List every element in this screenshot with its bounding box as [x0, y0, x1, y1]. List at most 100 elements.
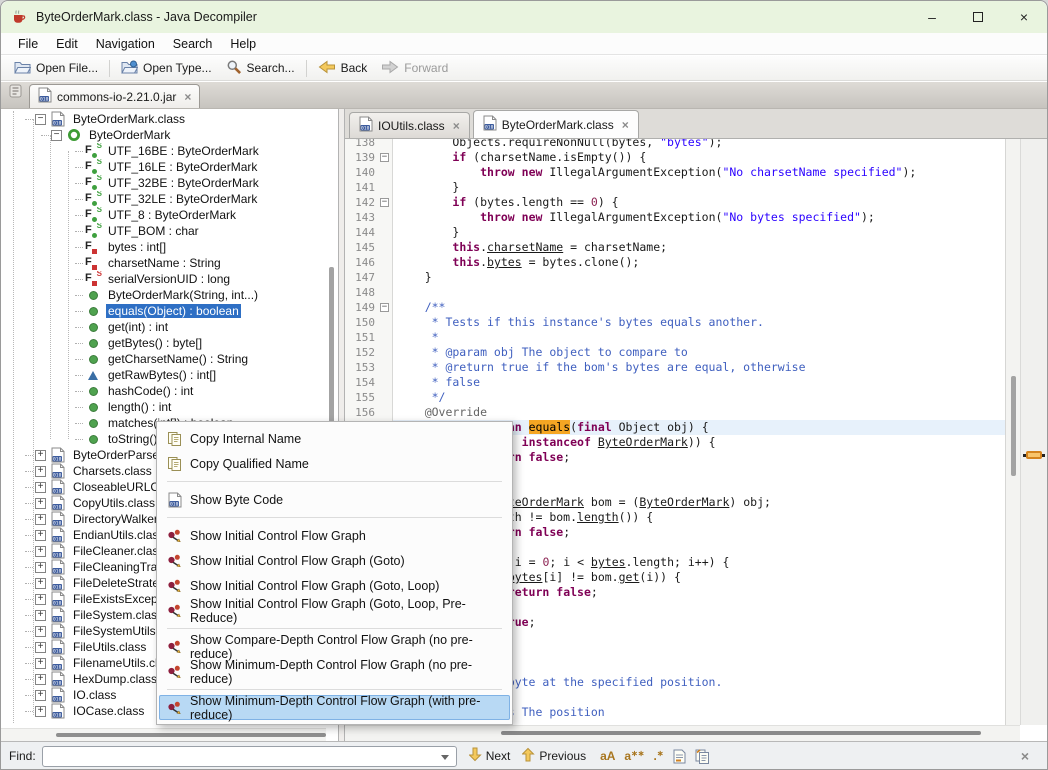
close-find-icon[interactable]: ×: [1021, 748, 1029, 764]
close-tab-icon[interactable]: ×: [622, 118, 629, 132]
tree-expander-plus[interactable]: +: [35, 610, 46, 621]
line-number: 156: [345, 405, 378, 420]
code-line-140: 140 throw new IllegalArgumentException("…: [345, 165, 1005, 180]
tree-item-utf-bom-char[interactable]: FSUTF_BOM : char: [1, 223, 326, 239]
editor-tab-byteordermark-class[interactable]: 010ByteOrderMark.class×: [473, 110, 639, 138]
regex-icon[interactable]: .∗: [654, 749, 664, 763]
panel-icon: [9, 84, 23, 103]
tree-item-charsetname-string[interactable]: FcharsetName : String: [1, 255, 326, 271]
maximize-button[interactable]: [955, 1, 1001, 33]
copy-icon: [166, 456, 184, 472]
tree-expander-plus[interactable]: +: [35, 658, 46, 669]
tree-expander-plus[interactable]: +: [35, 594, 46, 605]
field-r-icon: F: [85, 239, 101, 255]
minimize-button[interactable]: –: [909, 1, 955, 33]
find-input[interactable]: [42, 746, 457, 767]
context-menu-item-show-compare-depth-control-flow-graph-no-pre-reduce[interactable]: Show Compare-Depth Control Flow Graph (n…: [159, 634, 510, 659]
close-tab-icon[interactable]: ×: [184, 90, 191, 104]
menu-search[interactable]: Search: [164, 35, 222, 53]
context-menu-item-show-byte-code[interactable]: 010Show Byte Code: [159, 487, 510, 512]
editor-horizontal-scrollbar[interactable]: [345, 725, 1020, 741]
tree-item-serialversionuid-long[interactable]: FSserialVersionUID : long: [1, 271, 326, 287]
tree-item-utf-32be-byteordermark[interactable]: FSUTF_32BE : ByteOrderMark: [1, 175, 326, 191]
tree-expander-plus[interactable]: +: [35, 706, 46, 717]
app-window: ByteOrderMark.class - Java Decompiler – …: [0, 0, 1048, 770]
jar-tab-label: commons-io-2.21.0.jar: [57, 90, 176, 104]
tree-expander-plus[interactable]: +: [35, 562, 46, 573]
code-line-153: 153 * @return true if the bom's bytes ar…: [345, 360, 1005, 375]
tree-expander-plus[interactable]: +: [35, 498, 46, 509]
search-all-docs-icon[interactable]: [695, 749, 710, 764]
tree-expander-plus[interactable]: +: [35, 674, 46, 685]
tree-expander-plus[interactable]: +: [35, 514, 46, 525]
tree-connector: [75, 167, 83, 168]
fold-collapse-icon[interactable]: −: [380, 198, 389, 207]
context-menu-item-show-minimum-depth-control-flow-graph-no-pre-reduce[interactable]: Show Minimum-Depth Control Flow Graph (n…: [159, 659, 510, 684]
context-menu-item-copy-qualified-name[interactable]: Copy Qualified Name: [159, 451, 510, 476]
menu-navigation[interactable]: Navigation: [87, 35, 164, 53]
tree-item-byteordermark-string-int[interactable]: ByteOrderMark(String, int...): [1, 287, 326, 303]
toolbar-button-search[interactable]: Search...: [219, 57, 302, 80]
toolbar-button-open-file[interactable]: Open File...: [7, 58, 105, 79]
menu-edit[interactable]: Edit: [47, 35, 87, 53]
tree-item-length-int[interactable]: length() : int: [1, 399, 326, 415]
toolbar-button-open-type[interactable]: Open Type...: [114, 58, 219, 79]
context-menu-item-show-initial-control-flow-graph-goto-loop[interactable]: Show Initial Control Flow Graph (Goto, L…: [159, 573, 510, 598]
tree-item-utf-16be-byteordermark[interactable]: FSUTF_16BE : ByteOrderMark: [1, 143, 326, 159]
tree-horizontal-scrollbar[interactable]: [1, 728, 326, 741]
tree-expander-plus[interactable]: +: [35, 482, 46, 493]
match-case-icon[interactable]: aA: [600, 749, 615, 763]
tree-expander-plus[interactable]: +: [35, 578, 46, 589]
menu-help[interactable]: Help: [221, 35, 265, 53]
context-menu-item-show-initial-control-flow-graph[interactable]: Show Initial Control Flow Graph: [159, 523, 510, 548]
jar-tab-commons-io-2-21-0-jar[interactable]: 010commons-io-2.21.0.jar×: [29, 84, 200, 108]
tree-expander-plus[interactable]: +: [35, 546, 46, 557]
tree-item-byteordermark[interactable]: −ByteOrderMark: [1, 127, 326, 143]
code-text: */: [393, 390, 1005, 405]
tree-expander-plus[interactable]: +: [35, 626, 46, 637]
close-button[interactable]: ×: [1001, 1, 1047, 33]
fold-collapse-icon[interactable]: −: [380, 303, 389, 312]
editor-tab-ioutils-class[interactable]: 010IOUtils.class×: [349, 112, 470, 138]
toolbar-button-label: Open File...: [36, 61, 98, 75]
context-menu-item-copy-internal-name[interactable]: Copy Internal Name: [159, 426, 510, 451]
tree-expander-plus[interactable]: +: [35, 530, 46, 541]
search-doc-icon[interactable]: [673, 749, 686, 764]
tree-item-getcharsetname-string[interactable]: getCharsetName() : String: [1, 351, 326, 367]
back-arrow-icon: [318, 60, 336, 77]
code-line-143: 143 throw new IllegalArgumentException("…: [345, 210, 1005, 225]
tree-expander-plus[interactable]: +: [35, 466, 46, 477]
tree-item-getbytes-byte[interactable]: getBytes() : byte[]: [1, 335, 326, 351]
chevron-down-icon[interactable]: [441, 755, 449, 760]
toolbar-button-forward[interactable]: Forward: [374, 58, 455, 79]
close-tab-icon[interactable]: ×: [453, 119, 460, 133]
context-menu-item-show-initial-control-flow-graph-goto-loop-pre-reduce[interactable]: Show Initial Control Flow Graph (Goto, L…: [159, 598, 510, 623]
tree-item-equals-object-boolean[interactable]: equals(Object) : boolean: [1, 303, 326, 319]
tree-expander-plus[interactable]: +: [35, 450, 46, 461]
tree-item-getrawbytes-int[interactable]: getRawBytes() : int[]: [1, 367, 326, 383]
tree-item-utf-8-byteordermark[interactable]: FSUTF_8 : ByteOrderMark: [1, 207, 326, 223]
whole-word-icon[interactable]: a∗∗: [624, 749, 644, 763]
context-menu-item-show-minimum-depth-control-flow-graph-with-pre-reduce[interactable]: Show Minimum-Depth Control Flow Graph (w…: [159, 695, 510, 720]
tree-item-utf-32le-byteordermark[interactable]: FSUTF_32LE : ByteOrderMark: [1, 191, 326, 207]
context-menu-item-label: Show Initial Control Flow Graph (Goto, L…: [190, 579, 439, 593]
context-menu-item-show-initial-control-flow-graph-goto[interactable]: Show Initial Control Flow Graph (Goto): [159, 548, 510, 573]
menu-file[interactable]: File: [9, 35, 47, 53]
find-next-button[interactable]: Next: [469, 747, 511, 765]
tree-item-hashcode-int[interactable]: hashCode() : int: [1, 383, 326, 399]
fold-collapse-icon[interactable]: −: [380, 153, 389, 162]
tree-item-byteordermark-class[interactable]: −010ByteOrderMark.class: [1, 111, 326, 127]
tree-expander-minus[interactable]: −: [35, 114, 46, 125]
jar-tab-bar: 010commons-io-2.21.0.jar×: [1, 82, 1047, 109]
tree-expander-plus[interactable]: +: [35, 690, 46, 701]
editor-vertical-scrollbar[interactable]: [1005, 139, 1020, 725]
tree-expander-minus[interactable]: −: [51, 130, 62, 141]
tree-expander-plus[interactable]: +: [35, 642, 46, 653]
tree-item-utf-16le-byteordermark[interactable]: FSUTF_16LE : ByteOrderMark: [1, 159, 326, 175]
find-previous-button[interactable]: Previous: [522, 747, 586, 765]
occurrence-marker[interactable]: [1026, 451, 1042, 459]
tree-item-bytes-int[interactable]: Fbytes : int[]: [1, 239, 326, 255]
toolbar-button-back[interactable]: Back: [311, 58, 375, 79]
tree-item-get-int-int[interactable]: get(int) : int: [1, 319, 326, 335]
editor-tab-label: IOUtils.class: [378, 119, 445, 133]
